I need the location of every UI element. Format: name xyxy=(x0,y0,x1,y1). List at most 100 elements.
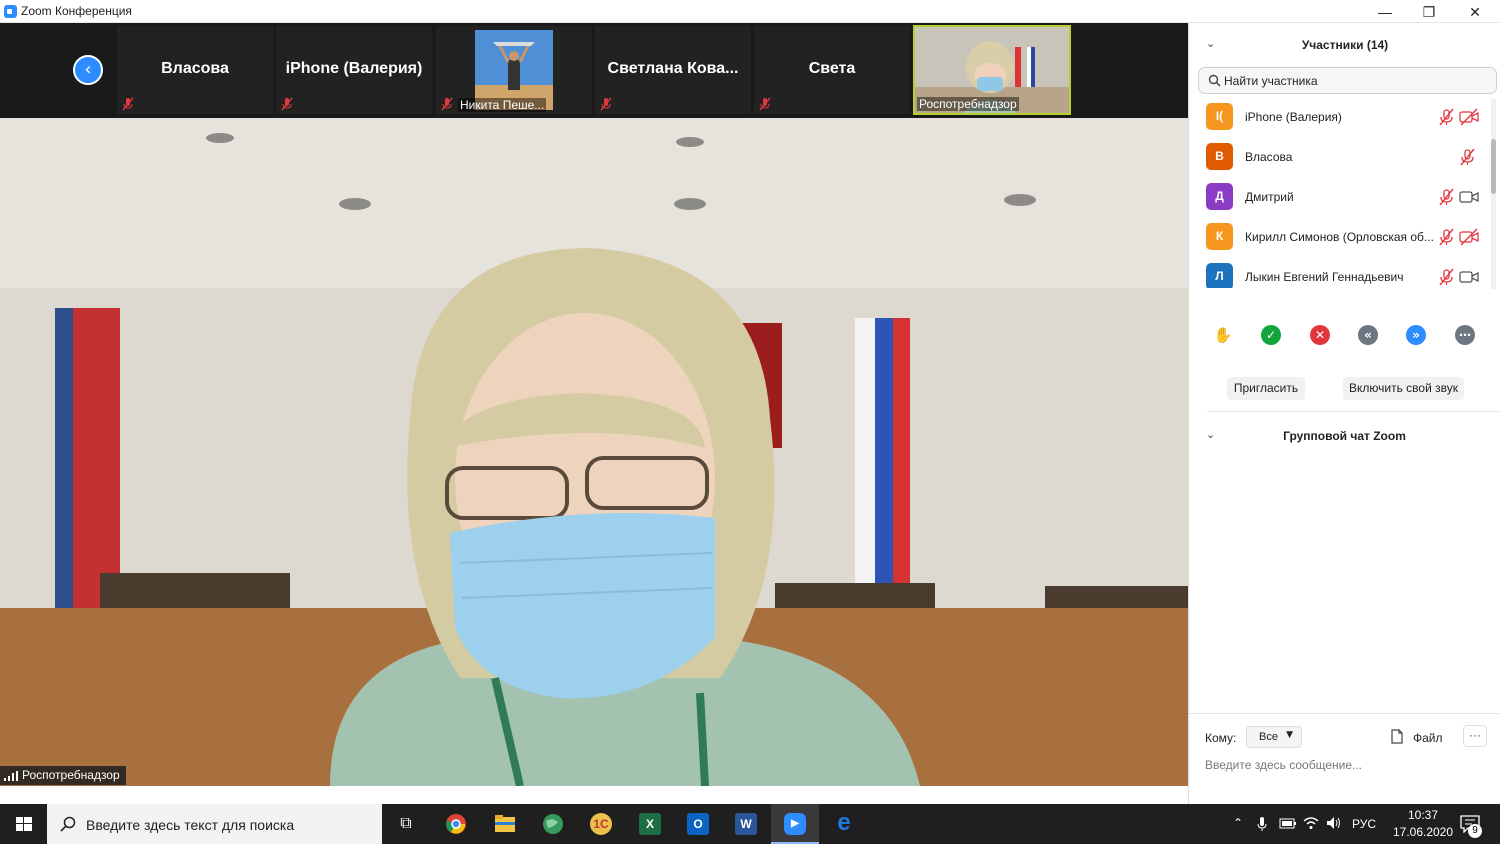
unmute-myself-button[interactable]: Включить свой звук xyxy=(1343,377,1464,400)
minimize-button[interactable]: — xyxy=(1362,2,1408,22)
clock-date[interactable]: 17.06.2020 xyxy=(1390,825,1456,839)
muted-mic-icon[interactable] xyxy=(1438,108,1454,126)
tile-name: iPhone (Валерия) xyxy=(285,60,423,77)
video-on-icon[interactable] xyxy=(1459,188,1479,206)
previous-page-button[interactable]: ‹ xyxy=(73,55,103,85)
word-icon: W xyxy=(735,813,757,835)
taskbar-app-globe[interactable] xyxy=(529,804,577,844)
taskbar-app-1c[interactable]: 1С xyxy=(577,804,625,844)
edge-icon: e xyxy=(837,809,851,836)
search-icon xyxy=(1208,74,1221,87)
no-icon[interactable]: ✕ xyxy=(1310,325,1330,345)
chevron-down-icon: ▼ xyxy=(1286,730,1293,740)
chat-more-button[interactable]: ··· xyxy=(1463,725,1487,747)
zoom-app-icon xyxy=(4,5,17,18)
tile-name: Светлана Кова... xyxy=(607,60,739,77)
participant-row[interactable]: Д Дмитрий xyxy=(1189,178,1489,218)
scroll-thumb[interactable] xyxy=(1491,139,1496,194)
wifi-icon[interactable] xyxy=(1303,816,1319,830)
folder-icon xyxy=(495,815,515,832)
clock-time[interactable]: 10:37 xyxy=(1390,808,1456,822)
muted-mic-icon[interactable] xyxy=(1438,268,1454,286)
taskbar-search-placeholder: Введите здесь текст для поиска xyxy=(86,817,295,833)
video-on-icon[interactable] xyxy=(1459,268,1479,286)
raise-hand-icon[interactable]: ✋ xyxy=(1213,325,1233,345)
muted-mic-icon xyxy=(600,97,612,111)
outlook-icon: O xyxy=(687,813,709,835)
chat-message-input[interactable] xyxy=(1205,756,1485,774)
video-tile-nikita[interactable]: Никита Пеше... xyxy=(436,26,592,114)
window-title: Zoom Конференция xyxy=(21,4,132,18)
video-tile-iphone-valeriya[interactable]: iPhone (Валерия) xyxy=(276,26,432,114)
participant-row[interactable]: I( iPhone (Валерия) xyxy=(1189,98,1489,138)
recipient-value: Все xyxy=(1259,731,1278,743)
maximize-button[interactable]: ❐ xyxy=(1406,2,1452,22)
video-off-icon[interactable] xyxy=(1459,228,1479,246)
avatar: Л xyxy=(1206,263,1233,288)
avatar: К xyxy=(1206,223,1233,250)
taskbar-app-file-explorer[interactable] xyxy=(481,804,529,844)
task-view-icon: ⧉ xyxy=(400,815,412,832)
speaker-name-label: Роспотребнадзор xyxy=(0,766,126,785)
task-view-button[interactable]: ⧉ xyxy=(382,804,430,844)
muted-mic-icon[interactable] xyxy=(1438,228,1454,246)
speaker-video-frame xyxy=(0,118,1188,786)
taskbar-app-outlook[interactable]: O xyxy=(674,804,722,844)
video-thumbnail-strip: ‹ Власова iPhone (Валерия) Никита Пеше..… xyxy=(0,23,1188,118)
taskbar-app-edge[interactable]: e xyxy=(820,804,868,844)
participant-search[interactable] xyxy=(1198,67,1497,94)
zoom-icon: ▶ xyxy=(784,813,806,835)
to-label: Кому: xyxy=(1205,731,1237,745)
chat-compose-area: Кому: Все ▼ Файл ··· xyxy=(1189,713,1500,804)
participant-row[interactable]: Л Лыкин Евгений Геннадьевич xyxy=(1189,258,1489,288)
yes-icon[interactable]: ✓ xyxy=(1261,325,1281,345)
windows-start-icon[interactable] xyxy=(0,804,47,844)
participant-list-scrollbar[interactable] xyxy=(1491,99,1496,289)
muted-mic-icon[interactable] xyxy=(1459,148,1475,166)
invite-button[interactable]: Пригласить xyxy=(1227,377,1305,400)
avatar: I( xyxy=(1206,103,1233,130)
taskbar-app-word[interactable]: W xyxy=(722,804,770,844)
avatar: Д xyxy=(1206,183,1233,210)
muted-mic-icon xyxy=(281,97,293,111)
participant-name: Власова xyxy=(1245,150,1293,164)
video-tile-vlasova[interactable]: Власова xyxy=(117,26,273,114)
recipient-select[interactable]: Все ▼ xyxy=(1246,726,1302,748)
notification-count-badge: 9 xyxy=(1468,824,1482,838)
taskbar: Введите здесь текст для поиска ⧉ 1С X O … xyxy=(0,804,1500,844)
video-tile-sveta[interactable]: Света xyxy=(754,26,910,114)
input-language[interactable]: РУС xyxy=(1352,817,1376,831)
participant-row[interactable]: К Кирилл Симонов (Орловская об... xyxy=(1189,218,1489,258)
more-icon[interactable]: ⋯ xyxy=(1455,325,1475,345)
video-tile-svetlana[interactable]: Светлана Кова... xyxy=(595,26,751,114)
go-faster-icon[interactable]: » xyxy=(1406,325,1426,345)
go-slower-icon[interactable]: « xyxy=(1358,325,1378,345)
globe-icon xyxy=(543,814,563,834)
close-button[interactable]: ✕ xyxy=(1452,2,1498,22)
speaker-name: Роспотребнадзор xyxy=(22,768,120,782)
taskbar-app-excel[interactable]: X xyxy=(626,804,674,844)
connection-signal-icon xyxy=(4,771,18,781)
video-off-icon[interactable] xyxy=(1459,108,1479,126)
file-button[interactable]: Файл xyxy=(1413,731,1443,745)
video-tile-rospotrebnadzor[interactable]: Роспотребнадзор xyxy=(913,25,1071,115)
tile-name: Света xyxy=(808,60,856,77)
taskbar-search[interactable]: Введите здесь текст для поиска xyxy=(47,804,382,844)
participants-title: Участники (14) xyxy=(1301,38,1389,52)
participant-row[interactable]: В Власова xyxy=(1189,138,1489,178)
search-input[interactable] xyxy=(1224,72,1484,90)
tile-name: Никита Пеше... xyxy=(458,98,547,112)
divider xyxy=(1207,411,1499,412)
muted-mic-icon[interactable] xyxy=(1438,188,1454,206)
file-icon[interactable] xyxy=(1391,729,1403,744)
microphone-icon[interactable] xyxy=(1256,816,1268,832)
side-panel: ⌄ Участники (14) I( iPhone (Валерия) В В… xyxy=(1188,23,1500,804)
volume-icon[interactable] xyxy=(1326,816,1342,830)
participant-name: iPhone (Валерия) xyxy=(1245,110,1342,124)
taskbar-app-chrome[interactable] xyxy=(432,804,480,844)
active-speaker-video[interactable]: Роспотребнадзор xyxy=(0,118,1188,786)
taskbar-app-zoom[interactable]: ▶ xyxy=(771,804,819,844)
battery-icon[interactable] xyxy=(1279,818,1297,829)
tray-chevron-up-icon[interactable]: ⌃ xyxy=(1233,816,1243,830)
excel-icon: X xyxy=(639,813,661,835)
